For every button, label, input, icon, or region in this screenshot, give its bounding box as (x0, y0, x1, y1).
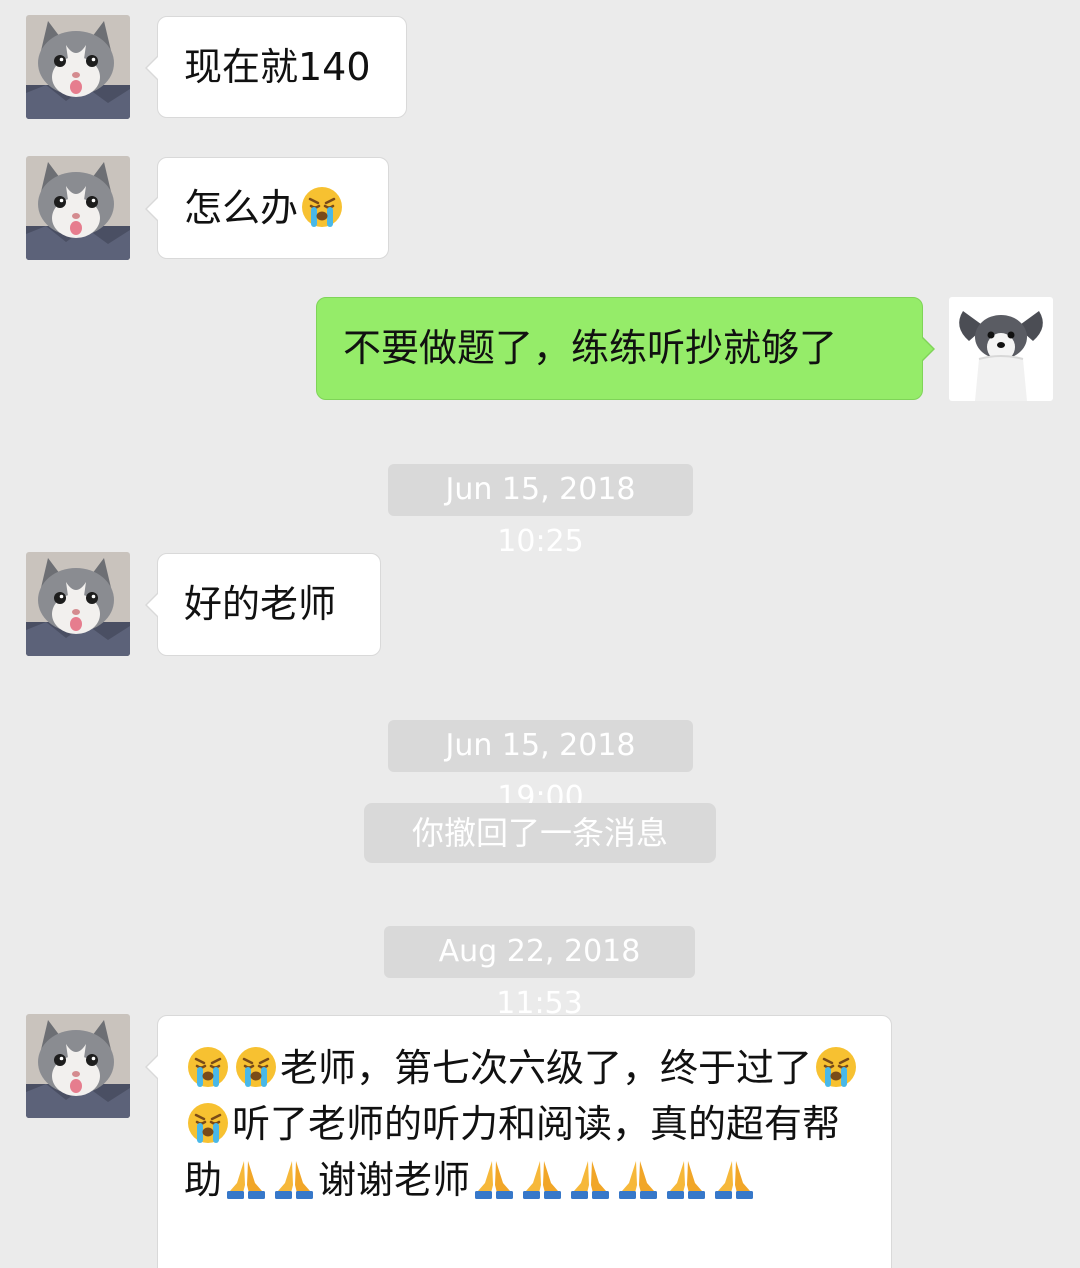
message-text: 现在就140 (184, 45, 371, 89)
message-text: 怎么办 (184, 186, 299, 230)
folded-hands-icon (520, 1157, 564, 1201)
message-bubble-incoming[interactable]: 好的老师 (145, 553, 381, 656)
crying-face-icon (186, 1101, 230, 1145)
crying-face-icon (814, 1045, 858, 1089)
cat-avatar[interactable] (26, 15, 130, 119)
crying-face-icon (300, 185, 344, 229)
crying-face-icon (234, 1045, 278, 1089)
chat-window: 现在就140 怎么办 不要做题了，练练听抄就够了 Jun 15, 2018 10… (0, 0, 1080, 1268)
message-bubble-incoming[interactable]: 怎么办 (145, 157, 389, 259)
timestamp: Aug 22, 2018 11:53 (384, 926, 695, 1021)
message-text: 不要做题了，练练听抄就够了 (343, 326, 838, 370)
cat-avatar[interactable] (26, 156, 130, 260)
message-text: 老师，第七次六级了，终于过了 (280, 1046, 813, 1090)
message-bubble-outgoing[interactable]: 不要做题了，练练听抄就够了 (316, 297, 935, 400)
timestamp: Jun 15, 2018 10:25 (388, 464, 693, 559)
message-text: 好的老师 (184, 582, 337, 626)
folded-hands-icon (616, 1157, 660, 1201)
message-bubble-incoming[interactable]: 现在就140 (145, 16, 407, 118)
recall-notice: 你撤回了一条消息 (364, 803, 716, 863)
timestamp: Jun 15, 2018 19:00 (388, 720, 693, 815)
folded-hands-icon (472, 1157, 516, 1201)
cat-avatar[interactable] (26, 1014, 130, 1118)
message-text: 谢谢老师 (318, 1158, 471, 1202)
message-bubble-incoming[interactable]: 老师，第七次六级了，终于过了 听了老师的听力和阅读，真的超有帮助 谢谢老师 (145, 1015, 892, 1268)
folded-hands-icon (568, 1157, 612, 1201)
crying-face-icon (186, 1045, 230, 1089)
folded-hands-icon (224, 1157, 268, 1201)
cat-avatar[interactable] (26, 552, 130, 656)
folded-hands-icon (712, 1157, 756, 1201)
folded-hands-icon (272, 1157, 316, 1201)
dog-avatar[interactable] (949, 297, 1053, 401)
folded-hands-icon (664, 1157, 708, 1201)
